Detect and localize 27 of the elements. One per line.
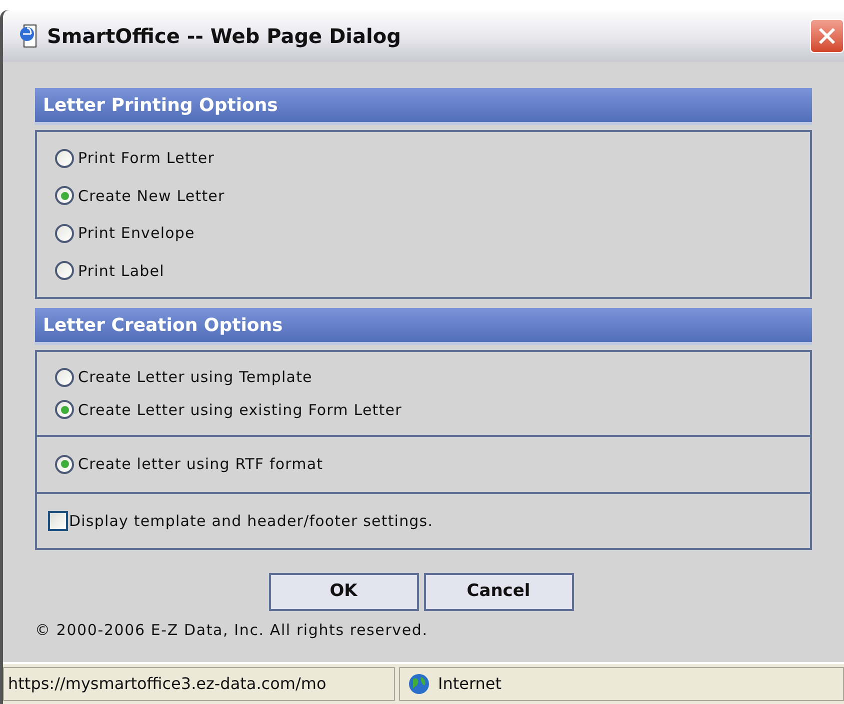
option-label: Create Letter using Template [78,367,312,388]
radio-button[interactable] [55,186,74,206]
dialog-button[interactable]: OK [268,573,418,611]
radio-button[interactable] [55,224,74,243]
option-label: Print Envelope [78,223,195,244]
window-title: SmartOffice -- Web Page Dialog [47,23,401,50]
option-label: Print Form Letter [78,148,215,169]
option-label: Create letter using RTF format [78,454,324,475]
zone-label: Internet [438,673,502,695]
radio-button[interactable] [55,261,74,280]
status-url: https://mysmartoffice3.ez-data.com/mo [3,667,395,701]
option-label: Print Label [78,260,164,282]
section-header: Letter Creation Options [35,308,812,345]
option-label: Create New Letter [78,186,225,206]
copyright-text: © 2000-2006 E-Z Data, Inc. All rights reserved. [35,620,429,641]
close-button[interactable] [810,19,844,53]
close-icon [818,27,836,45]
globe-icon [408,673,430,695]
radio-button[interactable] [55,148,74,168]
radio-button[interactable] [55,454,74,474]
radio-button[interactable] [55,368,74,387]
dialog-button[interactable]: Cancel [424,573,574,611]
section-header: Letter Printing Options [35,88,812,125]
option-label: Create Letter using existing Form Letter [78,400,402,420]
option-label: Display template and header/footer settings. [69,510,434,532]
radio-button[interactable] [55,400,74,420]
checkbox[interactable] [48,510,68,531]
